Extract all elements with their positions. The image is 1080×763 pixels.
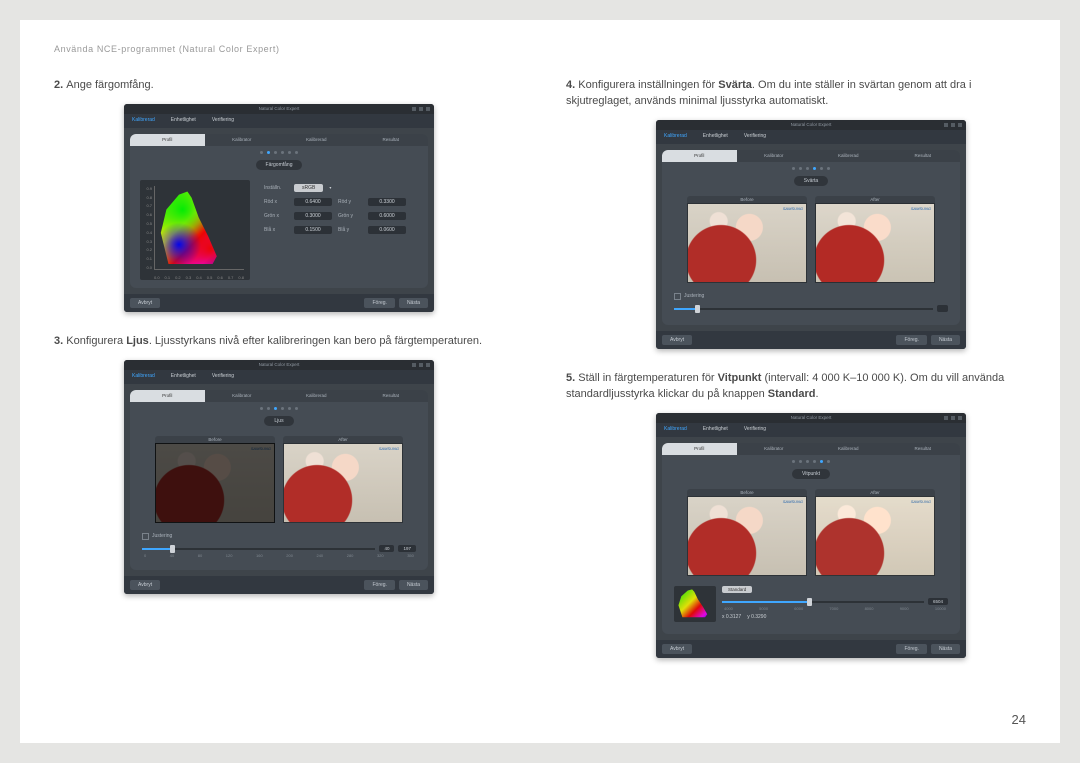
black-slider[interactable] (674, 305, 948, 313)
subtab-result[interactable]: Resultat (354, 134, 429, 146)
adjust-checkbox[interactable]: Justering (142, 533, 416, 540)
adjust-checkbox[interactable]: Justering (674, 293, 948, 300)
tab-calibrated[interactable]: Kalibrerad (124, 114, 163, 128)
gamut-values: Inställn. sRGB ▾ Röd x0.6400Röd y0.3300 … (264, 180, 418, 280)
tab-uniformity[interactable]: Enhetlighet (163, 114, 204, 128)
preview-before: SAMSUNG (687, 203, 807, 283)
titlebar: Natural Color Expert (124, 104, 434, 114)
breadcrumb: Använda NCE-programmet (Natural Color Ex… (54, 44, 1026, 54)
wp-y: y 0.3290 (747, 614, 766, 620)
main-tabs: Kalibrerad Enhetlighet Verifiering (124, 114, 434, 128)
step-5-text: 5. Ställ in färgtemperaturen för Vitpunk… (566, 371, 1026, 403)
tab-verify[interactable]: Verifiering (204, 114, 242, 128)
page-number: 24 (1012, 712, 1026, 727)
wp-x: x 0.3127 (722, 614, 741, 620)
section-badge: Färgomfång (256, 160, 303, 170)
nce-window-whitepoint: Natural Color Expert Kalibrerad Enhetlig… (656, 413, 966, 658)
gamut-preset-select[interactable]: sRGB (294, 184, 323, 192)
preview-after: SAMSUNG (815, 203, 935, 283)
subtab-calibrator[interactable]: Kalibrator (205, 134, 280, 146)
nce-window-black: Natural Color Expert Kalibrerad Enhetlig… (656, 120, 966, 349)
next-button[interactable]: Nästa (399, 298, 428, 308)
manual-page: Använda NCE-programmet (Natural Color Ex… (20, 20, 1060, 743)
whitepoint-slider[interactable]: 6504 (722, 598, 948, 606)
preview-after: SAMSUNG (283, 443, 403, 523)
prev-button[interactable]: Föreg. (364, 298, 394, 308)
right-column: 4. Konfigurera inställningen för Svärta.… (566, 78, 1026, 680)
preview-after: SAMSUNG (815, 496, 935, 576)
window-controls[interactable] (412, 107, 430, 111)
nce-window-gamut: Natural Color Expert Kalibrerad Enhetlig… (124, 104, 434, 312)
subtab-profile[interactable]: Profil (130, 134, 205, 146)
left-column: 2. Ange färgomfång. Natural Color Expert… (54, 78, 514, 680)
mini-gamut (674, 586, 716, 622)
step-2-text: 2. Ange färgomfång. (54, 78, 514, 94)
cancel-button[interactable]: Avbryt (130, 298, 160, 308)
nce-window-brightness: Natural Color Expert Kalibrerad Enhetlig… (124, 360, 434, 594)
standard-button[interactable]: Standard (722, 586, 752, 593)
step-4-text: 4. Konfigurera inställningen för Svärta.… (566, 78, 1026, 110)
brightness-slider[interactable]: 40 197 (142, 545, 416, 553)
cie-gamut-chart: 0.90.80.70.60.50.40.30.20.10.0 0.00.10.2… (140, 180, 250, 280)
step-dots (130, 146, 428, 156)
preview-before: SAMSUNG (155, 443, 275, 523)
step-3-text: 3. Konfigurera Ljus. Ljusstyrkans nivå e… (54, 334, 514, 350)
subtab-calibrated[interactable]: Kalibrerad (279, 134, 354, 146)
preview-before: SAMSUNG (687, 496, 807, 576)
